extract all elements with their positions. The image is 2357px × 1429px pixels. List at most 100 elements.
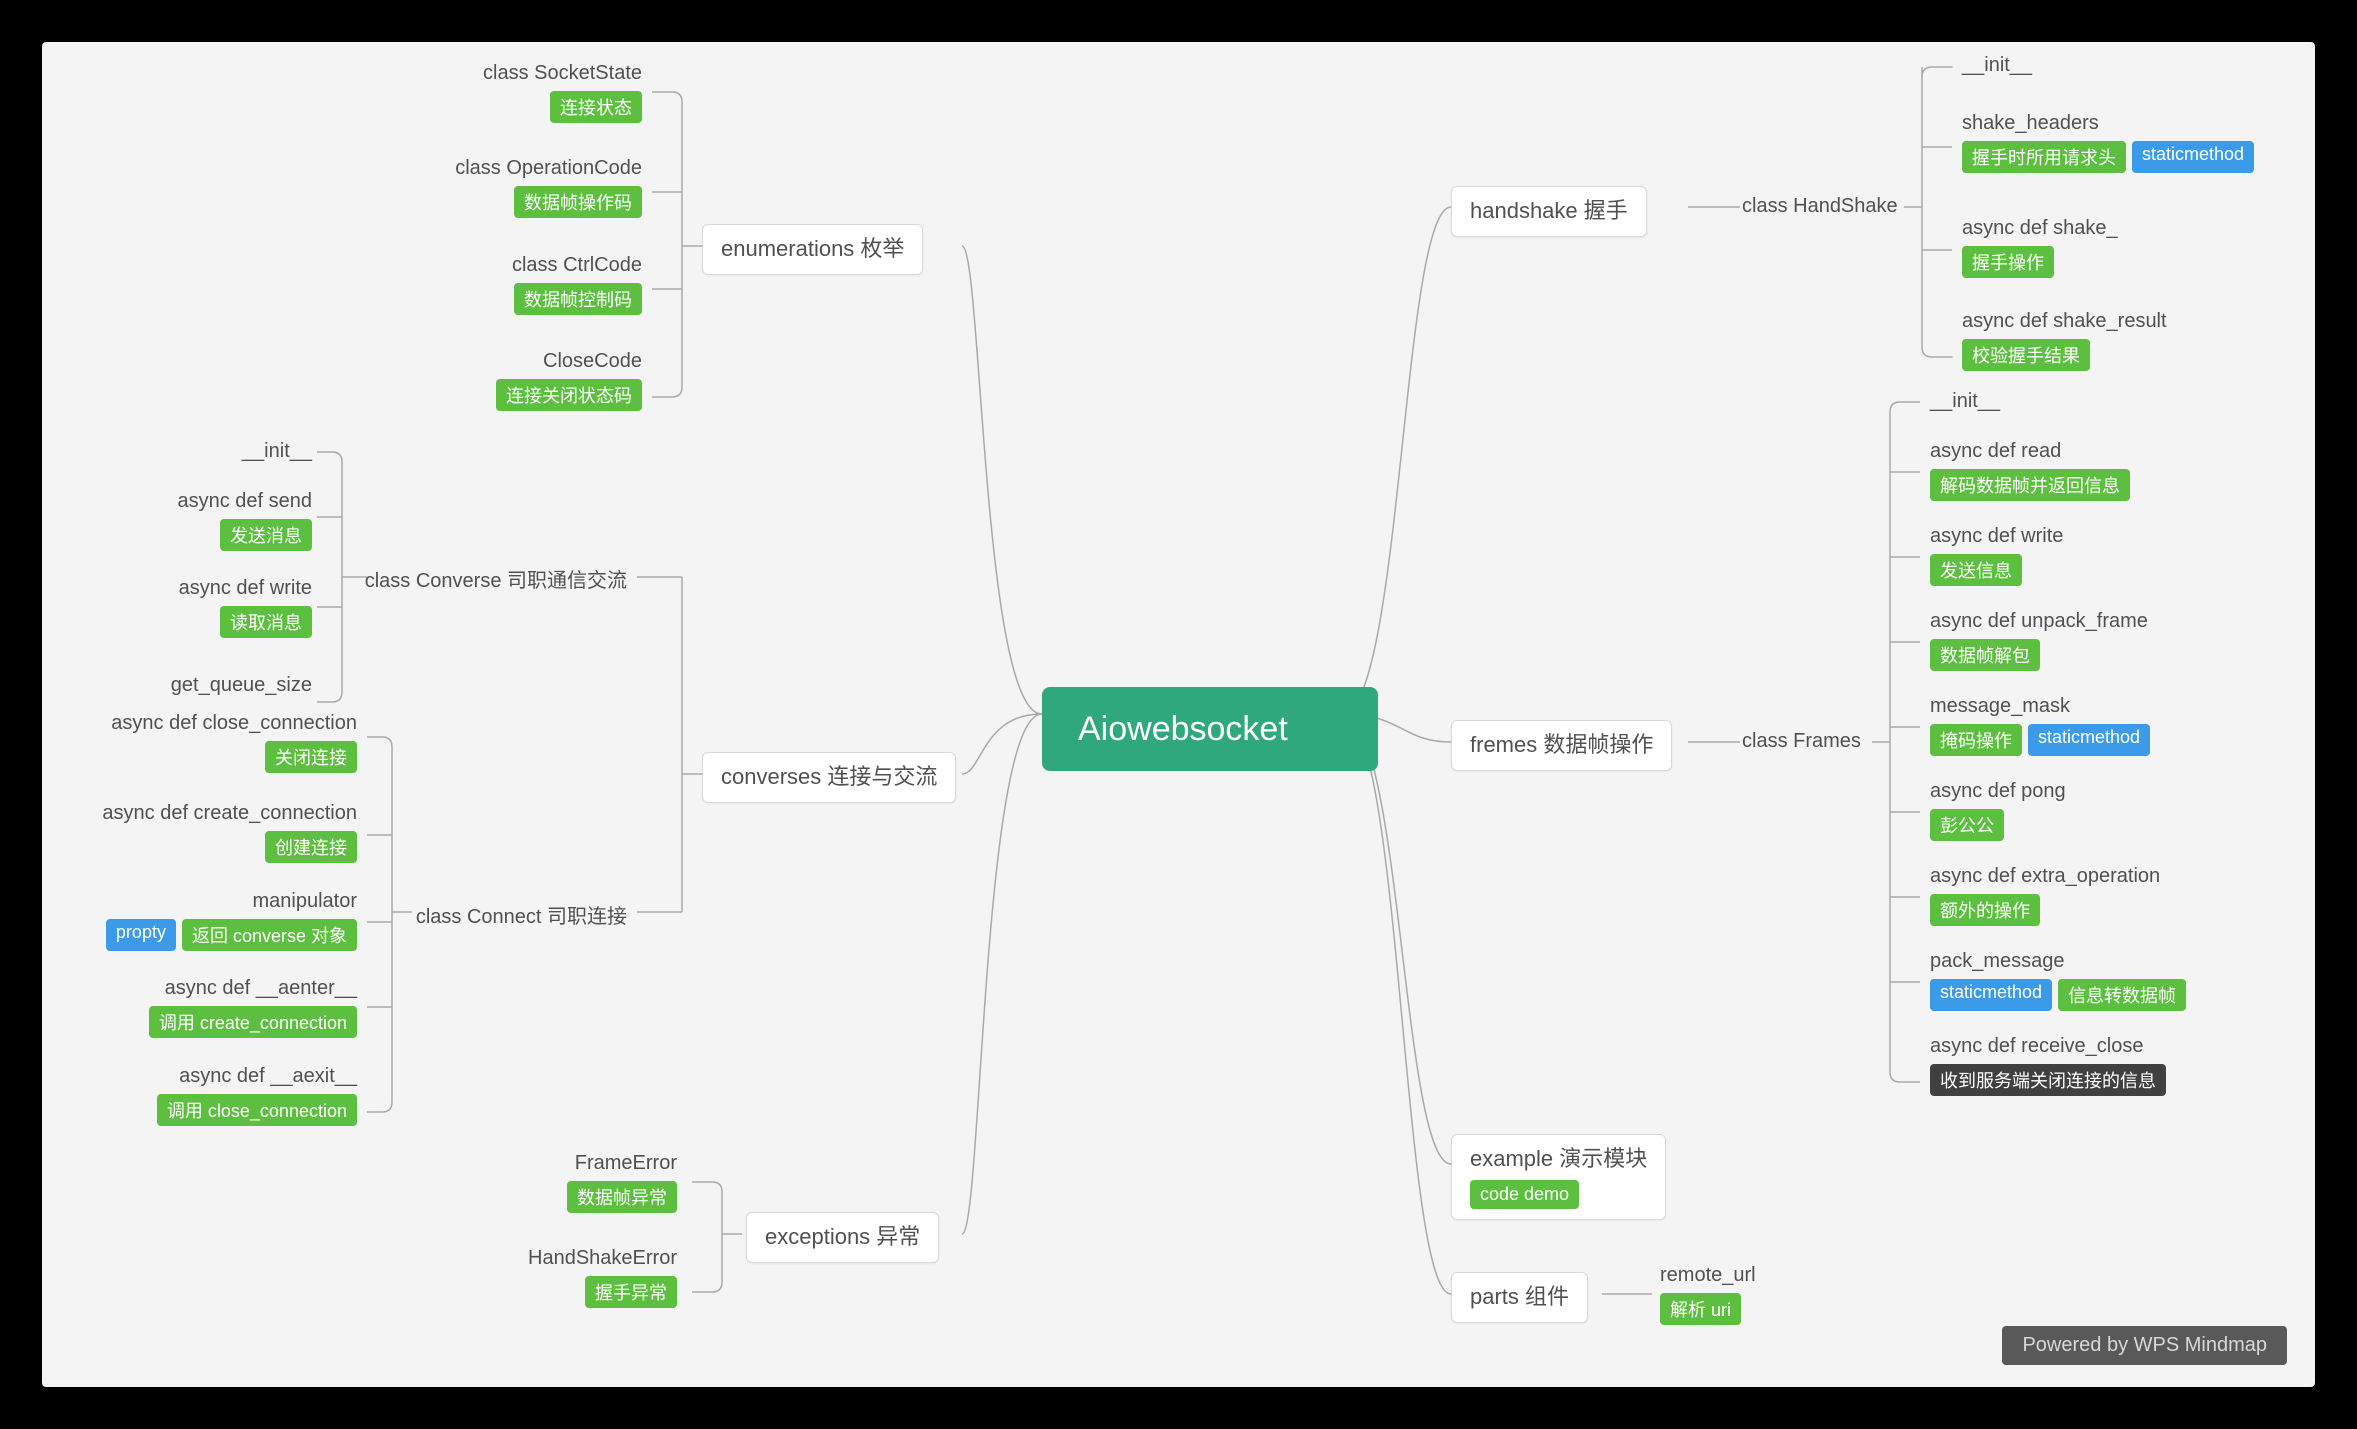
tag: 数据帧操作码 (514, 186, 642, 218)
leaf-title: class OperationCode (455, 157, 642, 180)
leaf-remote-url[interactable]: remote_url 解析 uri (1660, 1264, 1756, 1325)
leaf-title: async def shake_result (1962, 310, 2167, 333)
leaf-frames-pong[interactable]: async def pong 彭公公 (1930, 780, 2066, 841)
leaf-handshake-init[interactable]: __init__ (1962, 54, 2032, 77)
leaf-frames-recvclose[interactable]: async def receive_close 收到服务端关闭连接的信息 (1930, 1035, 2166, 1096)
tags: 发送消息 (220, 519, 312, 551)
root-node[interactable]: Aiowebsocket (1042, 687, 1378, 771)
tag: 解码数据帧并返回信息 (1930, 469, 2130, 501)
tag: 解析 uri (1660, 1293, 1741, 1325)
tag: 调用 create_connection (149, 1006, 357, 1038)
leaf-frames-mask[interactable]: message_mask 掩码操作 staticmethod (1930, 695, 2150, 756)
node-label: example 演示模块 (1470, 1145, 1647, 1174)
leaf-conv-init[interactable]: __init__ (242, 440, 312, 463)
leaf-title: class HandShake (1742, 195, 1898, 218)
leaf-handshakeerror[interactable]: HandShakeError 握手异常 (528, 1247, 677, 1308)
tag: staticmethod (2028, 724, 2150, 756)
leaf-title: async def write (1930, 525, 2063, 548)
tag: propty (106, 919, 176, 951)
leaf-class-connect[interactable]: class Connect 司职连接 (416, 900, 627, 929)
leaf-opcode[interactable]: class OperationCode 数据帧操作码 (455, 157, 642, 218)
tag: 读取消息 (220, 606, 312, 638)
leaf-frames-pack[interactable]: pack_message staticmethod 信息转数据帧 (1930, 950, 2186, 1011)
tags: 解码数据帧并返回信息 (1930, 469, 2130, 501)
tags: 连接状态 (550, 91, 642, 123)
leaf-title: async def shake_ (1962, 217, 2118, 240)
leaf-title: __init__ (242, 440, 312, 463)
canvas: Aiowebsocket handshake 握手 class HandShak… (0, 0, 2357, 1429)
tags: 数据帧解包 (1930, 639, 2040, 671)
node-example[interactable]: example 演示模块 code demo (1451, 1134, 1666, 1220)
leaf-class-converse[interactable]: class Converse 司职通信交流 (365, 564, 627, 593)
tags: 握手时所用请求头 staticmethod (1962, 141, 2254, 173)
tag: 彭公公 (1930, 809, 2004, 841)
leaf-title: async def receive_close (1930, 1035, 2143, 1058)
leaf-title: async def __aexit__ (179, 1065, 357, 1088)
tags: 发送信息 (1930, 554, 2022, 586)
leaf-title: message_mask (1930, 695, 2070, 718)
leaf-conv-queue[interactable]: get_queue_size (171, 674, 312, 697)
leaf-title: class Frames (1742, 730, 1861, 753)
tags: staticmethod 信息转数据帧 (1930, 979, 2186, 1011)
leaf-frames-unpack[interactable]: async def unpack_frame 数据帧解包 (1930, 610, 2148, 671)
leaf-shake-result[interactable]: async def shake_result 校验握手结果 (1962, 310, 2167, 371)
tag: 收到服务端关闭连接的信息 (1930, 1064, 2166, 1096)
leaf-frames-extra[interactable]: async def extra_operation 额外的操作 (1930, 865, 2160, 926)
tags: 调用 create_connection (149, 1006, 357, 1038)
node-exceptions[interactable]: exceptions 异常 (746, 1212, 939, 1263)
leaf-class-frames[interactable]: class Frames (1742, 730, 1861, 753)
tags: 校验握手结果 (1962, 339, 2090, 371)
tag: 连接关闭状态码 (496, 379, 642, 411)
watermark: Powered by WPS Mindmap (2002, 1326, 2287, 1365)
leaf-shake-headers[interactable]: shake_headers 握手时所用请求头 staticmethod (1962, 112, 2254, 173)
leaf-frameerror[interactable]: FrameError 数据帧异常 (567, 1152, 677, 1213)
leaf-close-conn[interactable]: async def close_connection 关闭连接 (111, 712, 357, 773)
tags: 握手操作 (1962, 246, 2054, 278)
leaf-frames-init[interactable]: __init__ (1930, 390, 2000, 413)
leaf-title: async def unpack_frame (1930, 610, 2148, 633)
node-frames[interactable]: fremes 数据帧操作 (1451, 720, 1672, 771)
leaf-frames-read[interactable]: async def read 解码数据帧并返回信息 (1930, 440, 2130, 501)
leaf-title: async def write (179, 577, 312, 600)
tag: 校验握手结果 (1962, 339, 2090, 371)
leaf-socketstate[interactable]: class SocketState 连接状态 (483, 62, 642, 123)
leaf-title: __init__ (1962, 54, 2032, 77)
leaf-title: async def __aenter__ (165, 977, 357, 1000)
tags: 连接关闭状态码 (496, 379, 642, 411)
tag: 关闭连接 (265, 741, 357, 773)
node-enumerations[interactable]: enumerations 枚举 (702, 224, 923, 275)
tags: 读取消息 (220, 606, 312, 638)
leaf-create-conn[interactable]: async def create_connection 创建连接 (102, 802, 357, 863)
leaf-title: HandShakeError (528, 1247, 677, 1270)
leaf-title: async def close_connection (111, 712, 357, 735)
tag: 数据帧解包 (1930, 639, 2040, 671)
leaf-class-handshake[interactable]: class HandShake (1742, 195, 1898, 218)
tag: 数据帧异常 (567, 1181, 677, 1213)
leaf-aexit[interactable]: async def __aexit__ 调用 close_connection (157, 1065, 357, 1126)
mindmap-sheet[interactable]: Aiowebsocket handshake 握手 class HandShak… (42, 42, 2315, 1387)
tags: 创建连接 (265, 831, 357, 863)
node-label: enumerations 枚举 (721, 235, 904, 264)
leaf-conv-send[interactable]: async def send 发送消息 (177, 490, 312, 551)
leaf-title: async def pong (1930, 780, 2066, 803)
leaf-title: class CtrlCode (512, 254, 642, 277)
node-label: handshake 握手 (1470, 197, 1628, 226)
tags: 数据帧异常 (567, 1181, 677, 1213)
leaf-title: get_queue_size (171, 674, 312, 697)
leaf-aenter[interactable]: async def __aenter__ 调用 create_connectio… (149, 977, 357, 1038)
leaf-shake[interactable]: async def shake_ 握手操作 (1962, 217, 2118, 278)
tag: 连接状态 (550, 91, 642, 123)
leaf-frames-write[interactable]: async def write 发送信息 (1930, 525, 2063, 586)
tag: 返回 converse 对象 (182, 919, 357, 951)
tags: 调用 close_connection (157, 1094, 357, 1126)
leaf-manipulator[interactable]: manipulator propty 返回 converse 对象 (106, 890, 357, 951)
node-converses[interactable]: converses 连接与交流 (702, 752, 956, 803)
tag: code demo (1470, 1180, 1579, 1209)
tag: 数据帧控制码 (514, 283, 642, 315)
leaf-closecode[interactable]: CloseCode 连接关闭状态码 (496, 350, 642, 411)
leaf-title: __init__ (1930, 390, 2000, 413)
leaf-conv-write[interactable]: async def write 读取消息 (179, 577, 312, 638)
node-handshake[interactable]: handshake 握手 (1451, 186, 1647, 237)
leaf-ctrlcode[interactable]: class CtrlCode 数据帧控制码 (512, 254, 642, 315)
node-parts[interactable]: parts 组件 (1451, 1272, 1588, 1323)
